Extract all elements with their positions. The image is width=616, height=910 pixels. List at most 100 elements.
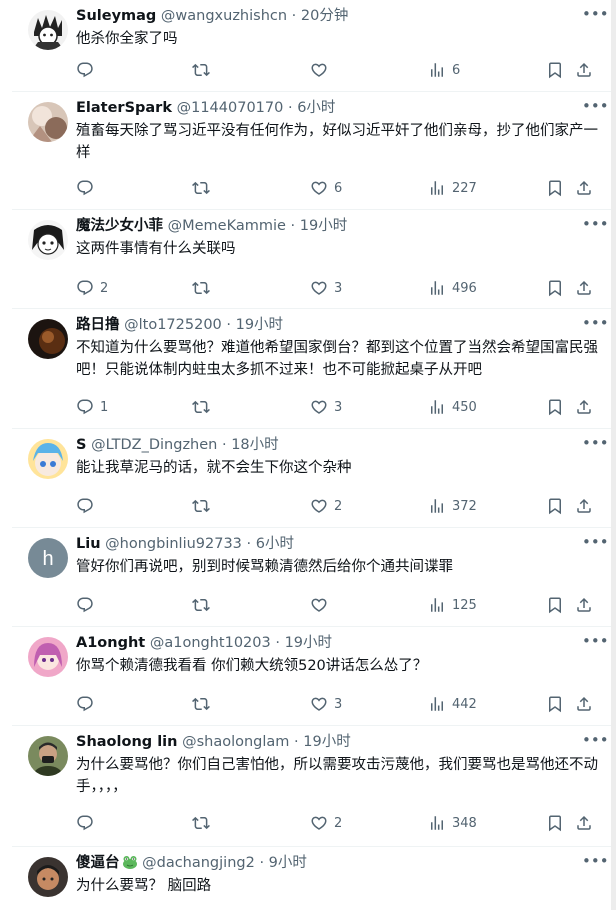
more-icon[interactable]: ••• xyxy=(582,316,609,333)
post-item[interactable]: 傻逼台 @dachangjing2 · 9小时 ••• 为什么要骂？ 脑回路 xyxy=(12,847,616,910)
post-item[interactable]: S @LTDZ_Dingzhen · 18小时 ••• 能让我草泥马的话，就不会… xyxy=(12,429,616,528)
share-button[interactable] xyxy=(575,813,593,833)
timestamp[interactable]: 19小时 xyxy=(285,635,332,651)
timestamp[interactable]: 18小时 xyxy=(231,437,278,453)
like-button[interactable]: 3 xyxy=(310,694,342,714)
user-handle[interactable]: @a1onght10203 xyxy=(150,635,271,651)
avatar[interactable] xyxy=(28,10,68,50)
user-handle[interactable]: @lto1725200 xyxy=(124,317,222,333)
avatar[interactable] xyxy=(28,319,68,359)
avatar[interactable] xyxy=(28,102,68,142)
retweet-button[interactable] xyxy=(192,397,216,417)
like-button[interactable]: 3 xyxy=(310,278,342,298)
display-name[interactable]: 路日撸 xyxy=(76,317,120,333)
avatar[interactable] xyxy=(28,439,68,479)
reply-button[interactable] xyxy=(76,813,100,833)
display-name[interactable]: A1onght xyxy=(76,635,145,651)
user-handle[interactable]: @MemeKammie xyxy=(168,218,286,234)
retweet-button[interactable] xyxy=(192,178,216,198)
retweet-button[interactable] xyxy=(192,60,216,80)
display-name[interactable]: ElaterSpark xyxy=(76,100,172,116)
post-item[interactable]: 魔法少女小菲 @MemeKammie · 19小时 ••• 这两件事情有什么关联… xyxy=(12,210,616,309)
retweet-button[interactable] xyxy=(192,496,216,516)
more-icon[interactable]: ••• xyxy=(582,7,609,24)
post-item[interactable]: ElaterSpark @1144070170 · 6小时 ••• 殖畜每天除了… xyxy=(12,92,616,210)
more-icon[interactable]: ••• xyxy=(582,436,609,453)
user-handle[interactable]: @wangxuzhishcn xyxy=(161,8,287,24)
post-item[interactable]: 路日撸 @lto1725200 · 19小时 ••• 不知道为什么要骂他？难道他… xyxy=(12,309,616,429)
like-button[interactable]: 2 xyxy=(310,813,342,833)
views-button[interactable]: 442 xyxy=(428,694,477,714)
post-item[interactable]: Shaolong lin @shaolonglam · 19小时 ••• 为什么… xyxy=(12,726,616,847)
reply-button[interactable] xyxy=(76,595,100,615)
avatar[interactable] xyxy=(28,637,68,677)
user-handle[interactable]: @1144070170 xyxy=(177,100,284,116)
timestamp[interactable]: 9小时 xyxy=(269,855,307,871)
bookmark-button[interactable] xyxy=(546,496,564,516)
like-button[interactable] xyxy=(310,595,334,615)
retweet-button[interactable] xyxy=(192,694,216,714)
like-button[interactable]: 6 xyxy=(310,178,342,198)
post-item[interactable]: h Liu @hongbinliu92733 · 6小时 ••• 管好你们再说吧… xyxy=(12,528,616,627)
more-icon[interactable]: ••• xyxy=(582,535,609,552)
reply-button[interactable]: 1 xyxy=(76,397,108,417)
timestamp[interactable]: 6小时 xyxy=(297,100,335,116)
bookmark-button[interactable] xyxy=(546,694,564,714)
timestamp[interactable]: 19小时 xyxy=(236,317,283,333)
user-handle[interactable]: @hongbinliu92733 xyxy=(105,536,242,552)
timestamp[interactable]: 19小时 xyxy=(300,218,347,234)
more-icon[interactable]: ••• xyxy=(582,99,609,116)
retweet-button[interactable] xyxy=(192,278,216,298)
user-handle[interactable]: @LTDZ_Dingzhen xyxy=(91,437,217,453)
share-button[interactable] xyxy=(575,694,593,714)
share-button[interactable] xyxy=(575,178,593,198)
like-button[interactable] xyxy=(310,60,334,80)
reply-button[interactable]: 2 xyxy=(76,278,108,298)
more-icon[interactable]: ••• xyxy=(582,634,609,651)
retweet-button[interactable] xyxy=(192,595,216,615)
display-name[interactable]: Suleymag xyxy=(76,8,156,24)
share-button[interactable] xyxy=(575,278,593,298)
share-button[interactable] xyxy=(575,397,593,417)
views-button[interactable]: 372 xyxy=(428,496,477,516)
bookmark-button[interactable] xyxy=(546,178,564,198)
display-name[interactable]: S xyxy=(76,437,86,453)
user-handle[interactable]: @shaolonglam xyxy=(182,734,289,750)
share-button[interactable] xyxy=(575,595,593,615)
avatar[interactable] xyxy=(28,220,68,260)
share-button[interactable] xyxy=(575,60,593,80)
more-icon[interactable]: ••• xyxy=(582,854,609,871)
reply-button[interactable] xyxy=(76,496,100,516)
timestamp[interactable]: 19小时 xyxy=(303,734,350,750)
retweet-button[interactable] xyxy=(192,813,216,833)
like-button[interactable]: 2 xyxy=(310,496,342,516)
avatar[interactable]: h xyxy=(28,538,68,578)
post-item[interactable]: Suleymag @wangxuzhishcn · 20分钟 ••• 他杀你全家… xyxy=(12,0,616,92)
like-button[interactable]: 3 xyxy=(310,397,342,417)
bookmark-button[interactable] xyxy=(546,813,564,833)
bookmark-button[interactable] xyxy=(546,278,564,298)
reply-button[interactable] xyxy=(76,60,100,80)
more-icon[interactable]: ••• xyxy=(582,217,609,234)
bookmark-button[interactable] xyxy=(546,60,564,80)
display-name[interactable]: Liu xyxy=(76,536,101,552)
views-button[interactable]: 227 xyxy=(428,178,477,198)
views-button[interactable]: 125 xyxy=(428,595,477,615)
bookmark-button[interactable] xyxy=(546,595,564,615)
post-item[interactable]: A1onght @a1onght10203 · 19小时 ••• 你骂个赖清德我… xyxy=(12,627,616,726)
views-button[interactable]: 496 xyxy=(428,278,477,298)
timestamp[interactable]: 6小时 xyxy=(256,536,294,552)
reply-button[interactable] xyxy=(76,694,100,714)
reply-button[interactable] xyxy=(76,178,100,198)
timestamp[interactable]: 20分钟 xyxy=(301,8,348,24)
avatar[interactable] xyxy=(28,736,68,776)
more-icon[interactable]: ••• xyxy=(582,733,609,750)
views-button[interactable]: 450 xyxy=(428,397,477,417)
display-name[interactable]: 魔法少女小菲 xyxy=(76,218,163,234)
user-handle[interactable]: @dachangjing2 xyxy=(142,855,255,871)
avatar[interactable] xyxy=(28,857,68,897)
scrollbar-track[interactable] xyxy=(611,0,616,910)
display-name[interactable]: Shaolong lin xyxy=(76,734,177,750)
views-button[interactable]: 348 xyxy=(428,813,477,833)
share-button[interactable] xyxy=(575,496,593,516)
